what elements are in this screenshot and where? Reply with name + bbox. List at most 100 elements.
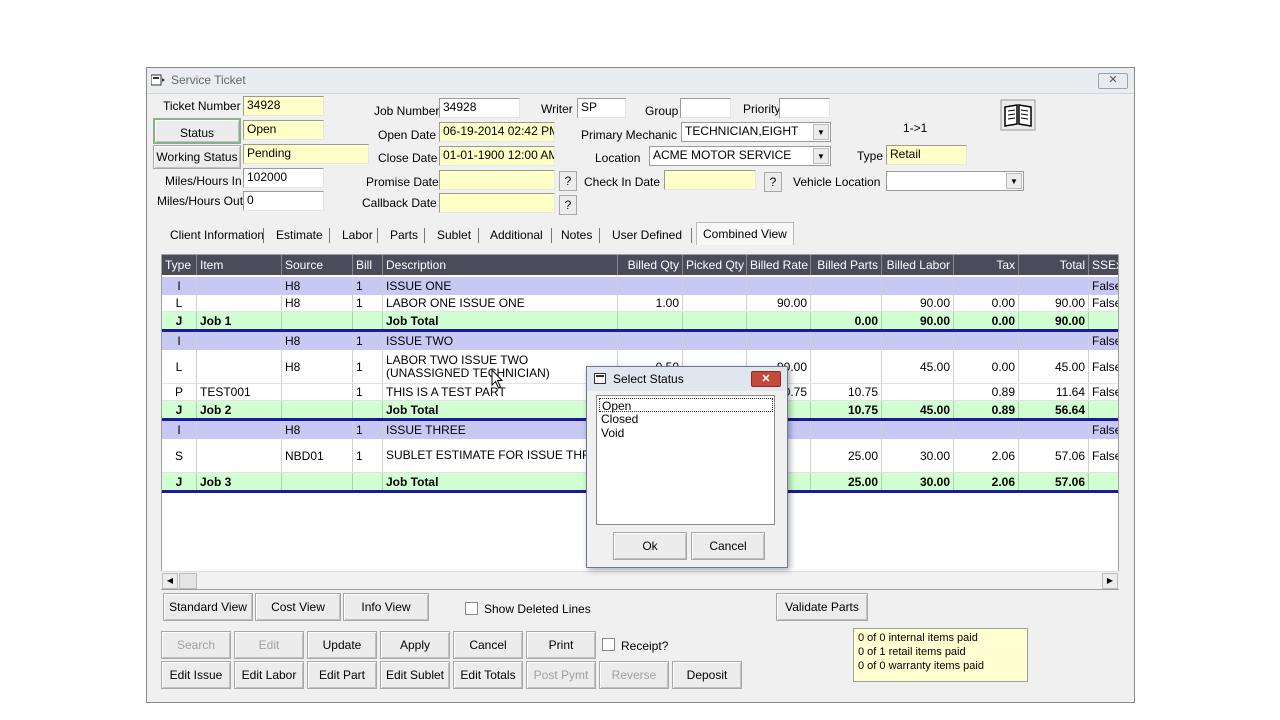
cell-total: 56.64	[1019, 401, 1089, 418]
status-option-open[interactable]: Open	[599, 398, 773, 413]
callback-date-field[interactable]	[439, 193, 555, 213]
check-in-date-help-button[interactable]: ?	[764, 172, 782, 192]
status-value-field[interactable]: Open	[243, 120, 324, 140]
info-view-button[interactable]: Info View	[343, 593, 429, 621]
cell-ssex	[1089, 473, 1118, 490]
receipt-checkbox[interactable]	[602, 638, 615, 651]
cell-source	[282, 401, 353, 418]
edit-totals-button[interactable]: Edit Totals	[453, 661, 523, 689]
miles-out-field[interactable]: 0	[243, 191, 324, 211]
update-button[interactable]: Update	[307, 631, 377, 659]
apply-button[interactable]: Apply	[380, 631, 450, 659]
cell-picked-qty	[683, 332, 747, 350]
type-field[interactable]: Retail	[886, 145, 967, 165]
column-header-billed-qty[interactable]: Billed Qty	[618, 255, 683, 275]
edit-part-button[interactable]: Edit Part	[307, 661, 377, 689]
edit-issue-button[interactable]: Edit Issue	[161, 661, 231, 689]
issue-row[interactable]: I H8 1 ISSUE TWO False	[162, 332, 1118, 350]
callback-date-help-button[interactable]: ?	[559, 195, 577, 215]
working-status-field[interactable]: Pending	[243, 144, 369, 164]
close-date-field[interactable]: 01-01-1900 12:00 AM	[439, 146, 555, 166]
validate-parts-button[interactable]: Validate Parts	[776, 593, 868, 621]
group-field[interactable]	[680, 98, 731, 118]
column-header-type[interactable]: Type	[162, 255, 197, 275]
status-option-closed[interactable]: Closed	[599, 412, 640, 426]
post-payment-button[interactable]: Post Pymt	[526, 661, 596, 689]
group-label: Group	[645, 104, 679, 118]
dialog-ok-button[interactable]: Ok	[613, 532, 687, 560]
cell-item	[197, 332, 282, 350]
tab-client-information[interactable]: Client Information	[170, 224, 264, 246]
column-header-total[interactable]: Total	[1019, 255, 1089, 275]
status-listbox[interactable]: Open Closed Void	[596, 395, 775, 525]
horizontal-scrollbar[interactable]: ◀ ▶	[161, 571, 1119, 589]
edit-sublet-button[interactable]: Edit Sublet	[380, 661, 450, 689]
column-header-item[interactable]: Item	[197, 255, 282, 275]
cost-view-button[interactable]: Cost View	[255, 593, 341, 621]
reverse-button[interactable]: Reverse	[599, 661, 669, 689]
scroll-left-icon[interactable]: ◀	[162, 573, 178, 589]
tab-divider	[691, 228, 692, 243]
chevron-down-icon: ▼	[1006, 173, 1022, 189]
writer-field[interactable]: SP	[577, 98, 626, 118]
tab-notes[interactable]: Notes	[561, 224, 592, 246]
cell-description: ISSUE ONE	[383, 277, 618, 295]
cell-tax	[954, 277, 1019, 295]
cell-bill: 1	[353, 295, 383, 311]
column-header-picked-qty[interactable]: Picked Qty	[683, 255, 747, 275]
status-button[interactable]: Status	[153, 118, 241, 144]
column-header-bill[interactable]: Bill	[353, 255, 383, 275]
location-dropdown[interactable]: ACME MOTOR SERVICE ▼	[649, 146, 831, 166]
ticket-number-field[interactable]: 34928	[243, 96, 324, 116]
miles-in-field[interactable]: 102000	[243, 168, 324, 188]
column-header-description[interactable]: Description	[383, 255, 618, 275]
working-status-button[interactable]: Working Status	[153, 145, 241, 169]
job-total-row[interactable]: J Job 1 Job Total 0.00 90.00 0.00 90.00	[162, 312, 1118, 329]
column-header-billed-labor[interactable]: Billed Labor	[882, 255, 954, 275]
promise-date-help-button[interactable]: ?	[559, 171, 577, 191]
standard-view-button[interactable]: Standard View	[163, 593, 253, 621]
dialog-cancel-button[interactable]: Cancel	[691, 532, 765, 560]
cell-billed-labor: 90.00	[882, 312, 954, 329]
edit-labor-button[interactable]: Edit Labor	[234, 661, 304, 689]
search-button[interactable]: Search	[161, 631, 231, 659]
warranty-paid-text: 0 of 0 warranty items paid	[858, 660, 984, 672]
job-number-field[interactable]: 34928	[439, 98, 520, 118]
issue-row[interactable]: I H8 1 ISSUE ONE False	[162, 277, 1118, 295]
tab-sublet[interactable]: Sublet	[437, 224, 471, 246]
chevron-down-icon: ▼	[813, 124, 829, 140]
tab-labor[interactable]: Labor	[342, 224, 373, 246]
tab-estimate[interactable]: Estimate	[276, 224, 323, 246]
dialog-close-button[interactable]: ✕	[751, 371, 781, 387]
deposit-button[interactable]: Deposit	[672, 661, 742, 689]
column-header-ssex[interactable]: SSEx	[1089, 255, 1118, 275]
promise-date-field[interactable]	[439, 170, 555, 190]
edit-button[interactable]: Edit	[234, 631, 304, 659]
tab-additional[interactable]: Additional	[490, 224, 543, 246]
manual-book-icon[interactable]	[1000, 99, 1036, 131]
check-in-date-field[interactable]	[664, 170, 756, 190]
status-option-void[interactable]: Void	[599, 426, 626, 440]
column-header-billed-rate[interactable]: Billed Rate	[747, 255, 811, 275]
window-close-button[interactable]: ✕	[1098, 73, 1128, 89]
cell-type: S	[162, 439, 197, 472]
tab-user-defined[interactable]: User Defined	[612, 224, 682, 246]
scroll-thumb[interactable]	[179, 573, 197, 589]
tab-combined-view[interactable]: Combined View	[696, 222, 794, 245]
scroll-right-icon[interactable]: ▶	[1102, 573, 1118, 589]
writer-label: Writer	[541, 102, 573, 116]
primary-mechanic-dropdown[interactable]: TECHNICIAN,EIGHT ▼	[681, 122, 831, 142]
show-deleted-lines-checkbox[interactable]	[465, 602, 478, 615]
priority-field[interactable]	[779, 98, 830, 118]
cancel-button[interactable]: Cancel	[453, 631, 523, 659]
column-header-source[interactable]: Source	[282, 255, 353, 275]
tab-parts[interactable]: Parts	[390, 224, 418, 246]
cell-bill: 1	[353, 332, 383, 350]
print-button[interactable]: Print	[526, 631, 596, 659]
vehicle-location-dropdown[interactable]: ▼	[886, 171, 1024, 191]
column-header-billed-parts[interactable]: Billed Parts	[811, 255, 882, 275]
location-label: Location	[595, 151, 641, 165]
table-row[interactable]: L H8 1 LABOR ONE ISSUE ONE 1.00 90.00 90.00 0.0…	[162, 295, 1118, 312]
column-header-tax[interactable]: Tax	[954, 255, 1019, 275]
open-date-field[interactable]: 06-19-2014 02:42 PM	[439, 122, 555, 142]
